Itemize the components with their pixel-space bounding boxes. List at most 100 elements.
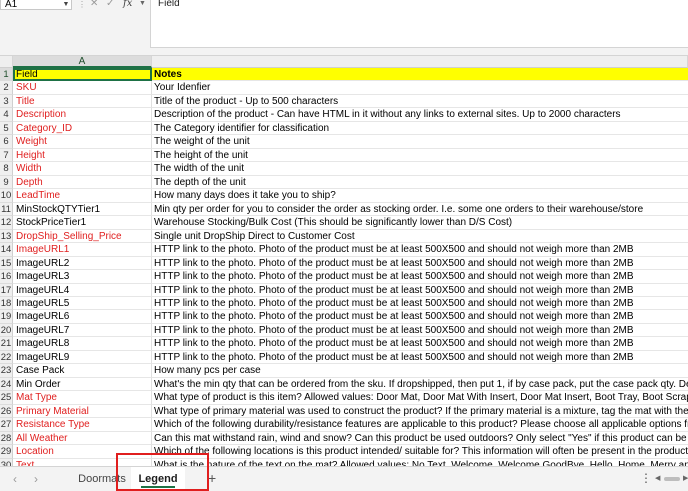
cell-field[interactable]: All Weather xyxy=(13,431,152,446)
sheet-tab-doormats[interactable]: Doormats xyxy=(73,467,131,491)
chevron-right-icon[interactable]: › xyxy=(34,472,38,486)
cell-notes[interactable]: Single unit DropShip Direct to Customer … xyxy=(152,230,688,244)
cell-notes[interactable]: HTTP link to the photo. Photo of the pro… xyxy=(152,257,688,271)
cell-notes[interactable]: What type of product is this item? Allow… xyxy=(152,391,688,405)
cell-notes[interactable]: Notes xyxy=(152,68,688,82)
row-header[interactable]: 2 xyxy=(0,81,13,95)
row-header[interactable]: 21 xyxy=(0,337,13,351)
cell-notes[interactable]: HTTP link to the photo. Photo of the pro… xyxy=(152,351,688,365)
cell-field[interactable]: ImageURL5 xyxy=(13,296,152,311)
cell-notes[interactable]: HTTP link to the photo. Photo of the pro… xyxy=(152,284,688,297)
row-header[interactable]: 16 xyxy=(0,270,13,284)
cell-notes[interactable]: The weight of the unit xyxy=(152,135,688,149)
cell-notes[interactable]: What type of primary material was used t… xyxy=(152,405,688,419)
cell-notes[interactable]: HTTP link to the photo. Photo of the pro… xyxy=(152,243,688,257)
row-header[interactable]: 6 xyxy=(0,135,13,149)
row-header[interactable]: 28 xyxy=(0,431,13,446)
chevron-down-icon[interactable]: ▼ xyxy=(61,0,71,9)
cell-field[interactable]: ImageURL7 xyxy=(13,323,152,338)
scroll-right-icon[interactable]: ▶ xyxy=(683,474,688,482)
cell-field[interactable]: Description xyxy=(13,108,152,122)
cell-field[interactable]: Primary Material xyxy=(13,404,152,419)
row-header[interactable]: 29 xyxy=(0,445,13,459)
row-header[interactable]: 22 xyxy=(0,350,13,365)
column-header-b[interactable] xyxy=(152,56,688,68)
column-header-a[interactable]: A xyxy=(13,56,152,68)
cell-field[interactable]: ImageURL8 xyxy=(13,337,152,351)
cell-field[interactable]: Height xyxy=(13,148,152,163)
cell-notes[interactable]: HTTP link to the photo. Photo of the pro… xyxy=(152,324,688,338)
more-options-icon[interactable]: ⋮ xyxy=(640,471,652,485)
horizontal-scrollbar[interactable] xyxy=(664,477,680,481)
cell-field[interactable]: SKU xyxy=(13,81,152,95)
row-header[interactable]: 27 xyxy=(0,418,13,432)
row-header[interactable]: 13 xyxy=(0,229,13,244)
select-all-corner[interactable] xyxy=(0,56,13,68)
row-header[interactable]: 30 xyxy=(0,458,13,466)
cancel-icon[interactable]: ✕ xyxy=(90,0,98,9)
row-header[interactable]: 23 xyxy=(0,364,13,378)
cell-notes[interactable]: The depth of the unit xyxy=(152,176,688,190)
cell-field[interactable]: ImageURL3 xyxy=(13,270,152,284)
cell-field[interactable]: Category_ID xyxy=(13,121,152,136)
cell-notes[interactable]: How many pcs per case xyxy=(152,364,688,378)
cell-field[interactable]: Width xyxy=(13,162,152,176)
cell-field[interactable]: ImageURL4 xyxy=(13,283,152,297)
cell-notes[interactable]: Title of the product - Up to 500 charact… xyxy=(152,95,688,109)
cell-field[interactable]: ImageURL1 xyxy=(13,243,152,257)
cell-notes[interactable]: How many days does it take you to ship? xyxy=(152,189,688,203)
insert-function-icon[interactable]: fx xyxy=(123,0,132,9)
chevron-left-icon[interactable]: ‹ xyxy=(13,472,17,486)
cell-notes[interactable]: What is the nature of the text on the ma… xyxy=(152,459,688,466)
sheet-tab-legend[interactable]: Legend xyxy=(131,467,185,491)
cell-field[interactable]: DropShip_Selling_Price xyxy=(13,229,152,244)
cell-field[interactable]: Min Order xyxy=(13,377,152,392)
chevron-down-icon[interactable]: ▼ xyxy=(139,0,146,8)
row-header[interactable]: 10 xyxy=(0,189,13,203)
cell-field[interactable]: Location xyxy=(13,445,152,459)
row-header[interactable]: 26 xyxy=(0,404,13,419)
cell-field[interactable]: Resistance Type xyxy=(13,418,152,432)
row-header[interactable]: 14 xyxy=(0,243,13,257)
cell-notes[interactable]: HTTP link to the photo. Photo of the pro… xyxy=(152,337,688,351)
cell-field[interactable]: LeadTime xyxy=(13,189,152,203)
cell-notes[interactable]: Description of the product - Can have HT… xyxy=(152,108,688,122)
row-header[interactable]: 19 xyxy=(0,310,13,324)
cell-notes[interactable]: What's the min qty that can be ordered f… xyxy=(152,378,688,392)
cell-notes[interactable]: HTTP link to the photo. Photo of the pro… xyxy=(152,270,688,284)
row-header[interactable]: 25 xyxy=(0,391,13,405)
cell-notes[interactable]: Which of the following locations is this… xyxy=(152,445,688,459)
row-header[interactable]: 7 xyxy=(0,148,13,163)
cell-notes[interactable]: The Category identifier for classificati… xyxy=(152,122,688,136)
row-header[interactable]: 17 xyxy=(0,283,13,297)
row-header[interactable]: 11 xyxy=(0,202,13,217)
scroll-left-icon[interactable]: ◀ xyxy=(655,474,660,482)
cell-notes[interactable]: Can this mat withstand rain, wind and sn… xyxy=(152,432,688,446)
cell-field[interactable]: StockPriceTier1 xyxy=(13,216,152,230)
enter-icon[interactable]: ✓ xyxy=(106,0,114,9)
cell-notes[interactable]: Warehouse Stocking/Bulk Cost (This shoul… xyxy=(152,216,688,230)
cell-field[interactable]: Field xyxy=(13,68,152,82)
formula-input[interactable]: Field xyxy=(150,0,688,48)
row-header[interactable]: 12 xyxy=(0,216,13,230)
cell-field[interactable]: ImageURL2 xyxy=(13,256,152,271)
row-header[interactable]: 8 xyxy=(0,162,13,176)
add-sheet-button[interactable]: + xyxy=(208,471,216,485)
row-header[interactable]: 15 xyxy=(0,256,13,271)
cell-notes[interactable]: Your Idenfier xyxy=(152,81,688,95)
cell-notes[interactable]: Min qty per order for you to consider th… xyxy=(152,203,688,217)
cell-notes[interactable]: The width of the unit xyxy=(152,162,688,176)
row-header[interactable]: 18 xyxy=(0,296,13,311)
cell-field[interactable]: Case Pack xyxy=(13,364,152,378)
cell-field[interactable]: ImageURL9 xyxy=(13,350,152,365)
row-header[interactable]: 4 xyxy=(0,108,13,122)
cell-notes[interactable]: The height of the unit xyxy=(152,149,688,163)
cell-field[interactable]: Mat Type xyxy=(13,391,152,405)
cell-field[interactable]: ImageURL6 xyxy=(13,310,152,324)
cell-field[interactable]: Title xyxy=(13,94,152,109)
row-header[interactable]: 20 xyxy=(0,323,13,338)
cell-notes[interactable]: Which of the following durability/resist… xyxy=(152,418,688,432)
row-header[interactable]: 5 xyxy=(0,121,13,136)
cell-field[interactable]: Text xyxy=(13,458,152,466)
cell-field[interactable]: Weight xyxy=(13,135,152,149)
